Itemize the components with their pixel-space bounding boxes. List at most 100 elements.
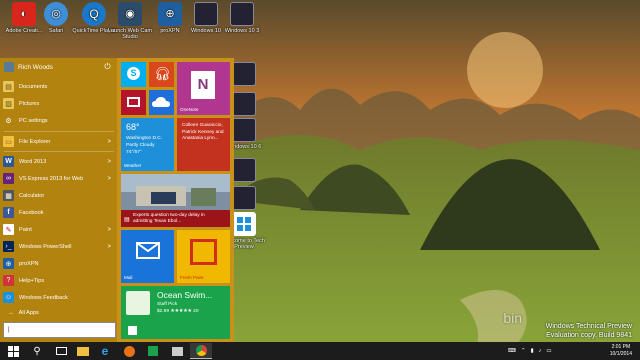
taskbar-firefox[interactable] (118, 343, 140, 359)
tile-fresh-paint[interactable]: Fresh Paint (177, 230, 230, 283)
bing-watermark: bin (503, 310, 522, 326)
news-icon: ▤ (124, 217, 130, 223)
search-button[interactable]: ⚲ (26, 343, 48, 359)
settings-icon: ⚙ (5, 117, 12, 125)
proxpn-icon: ⊕ (158, 2, 182, 26)
start-item-help-tips[interactable]: ? Help+Tips (0, 272, 117, 289)
webcam-icon: ◉ (118, 2, 142, 26)
tile-news[interactable]: ▤ Experts question two-day delay in admi… (121, 174, 230, 227)
firefox-icon (123, 345, 135, 357)
arrow-right-icon: → (8, 310, 14, 316)
pictures-icon: ▨ (3, 98, 14, 109)
user-account[interactable]: Rich Woods (0, 58, 117, 76)
start-item-vs-express[interactable]: ∞ VS Express 2013 for Web > (0, 170, 117, 187)
chevron-right-icon[interactable]: > (107, 227, 111, 233)
quicktime-icon: Q (82, 2, 106, 26)
start-item-documents[interactable]: ▤ Documents (0, 78, 117, 95)
calculator-icon: ▦ (3, 190, 14, 201)
safari-icon: ◎ (44, 2, 68, 26)
power-icon[interactable]: ⏻ (103, 62, 112, 71)
store-app-icon (126, 291, 150, 315)
start-item-powershell[interactable]: ›_ Windows PowerShell > (0, 238, 117, 255)
action-center-icon[interactable]: ▭ (546, 348, 551, 354)
chevron-up-icon[interactable]: ⌃ (521, 348, 526, 354)
start-item-proxpn[interactable]: ⊕ proXPN (0, 255, 117, 272)
weather-condition: Partly Cloudy (126, 143, 155, 148)
task-view-icon (55, 347, 67, 355)
screenshot-icon (230, 2, 254, 26)
watermark-line1: Windows Technical Preview (545, 323, 632, 330)
start-item-pc-settings[interactable]: ⚙ PC settings (0, 112, 117, 129)
store-subtitle: Staff Pick (157, 302, 178, 307)
start-item-calculator[interactable]: ▦ Calculator (0, 187, 117, 204)
onenote-icon: N (191, 71, 215, 99)
taskbar-clock[interactable]: 2:01 PM 10/1/2014 (610, 344, 632, 358)
all-apps-button[interactable]: → All Apps (0, 306, 117, 320)
taskbar: ⚲ e ⌨ ⌃ ▮ ♪ ▭ 2:01 PM 10/1/2014 (0, 342, 640, 360)
chevron-right-icon[interactable]: > (107, 159, 111, 165)
system-tray: ⌨ ⌃ ▮ ♪ ▭ (508, 342, 552, 360)
tile-people[interactable]: Colleen Guaraccio, Patrick Kenney and An… (177, 118, 230, 171)
file-explorer-icon (77, 346, 89, 356)
keyboard-icon[interactable]: ⌨ (508, 348, 516, 354)
start-item-pictures[interactable]: ▨ Pictures (0, 95, 117, 112)
tile-onedrive[interactable] (149, 90, 174, 115)
divider (4, 131, 114, 132)
screenshot-icon (194, 2, 218, 26)
task-view-button[interactable] (50, 343, 72, 359)
tile-onenote[interactable]: N OneNote (177, 62, 230, 115)
taskbar-store[interactable] (142, 343, 164, 359)
volume-icon[interactable]: ♪ (539, 348, 542, 354)
app-icon (171, 346, 183, 356)
tile-music[interactable]: 🎧︎ (149, 62, 174, 87)
weather-temp: 68° (126, 122, 140, 132)
chevron-right-icon[interactable]: > (107, 139, 111, 145)
desktop-icon-webcam[interactable]: ◉ Launch Web Cam Studio (108, 2, 152, 40)
taskbar-file-explorer[interactable] (72, 343, 94, 359)
store-icon (148, 346, 158, 356)
taskbar-chrome[interactable] (190, 343, 212, 359)
weather-city: Washington D.C. (126, 136, 163, 141)
cloud-icon (152, 97, 170, 107)
network-icon[interactable]: ▮ (531, 348, 534, 354)
weather-range: 74°/57° (126, 150, 142, 155)
powershell-icon: ›_ (3, 241, 14, 252)
screenshot-icon (232, 92, 256, 116)
chrome-icon (195, 345, 207, 356)
clock-time: 2:01 PM (611, 344, 631, 350)
proxpn-icon: ⊕ (3, 258, 14, 269)
tile-store[interactable]: Ocean Swim... Staff Pick $2.99 ★★★★★ 20 (121, 286, 230, 339)
start-item-windows-feedback[interactable]: ☺ Windows Feedback (0, 289, 117, 306)
store-icon (128, 326, 137, 335)
tile-weather[interactable]: 68° Washington D.C. Partly Cloudy 74°/57… (121, 118, 174, 171)
tile-mail[interactable]: Mail (121, 230, 174, 283)
screenshot-icon (232, 118, 256, 142)
divider (4, 151, 114, 152)
screenshot-icon (232, 186, 256, 210)
facebook-icon: f (3, 207, 14, 218)
desktop-icon-windows10-3[interactable]: Windows 10 3 (220, 2, 264, 34)
start-button[interactable] (2, 343, 24, 359)
chevron-right-icon[interactable]: > (107, 176, 111, 182)
windows-logo-icon (7, 345, 19, 357)
start-item-paint[interactable]: ✎ Paint > (0, 221, 117, 238)
start-item-word[interactable]: W Word 2013 > (0, 153, 117, 170)
tile-skype[interactable]: S (121, 62, 146, 87)
feedback-icon: ☺ (3, 292, 14, 303)
start-item-facebook[interactable]: f Facebook (0, 204, 117, 221)
adobe-cc-icon: ◐ (12, 2, 36, 26)
start-search-input[interactable]: | (3, 322, 116, 338)
paint-icon: ✎ (3, 224, 14, 235)
word-icon: W (3, 156, 14, 167)
taskbar-app[interactable] (166, 343, 188, 359)
tile-video[interactable] (121, 90, 146, 115)
taskbar-internet-explorer[interactable]: e (94, 343, 116, 359)
chevron-right-icon[interactable]: > (107, 244, 111, 250)
windows-icon (232, 212, 256, 236)
avatar (4, 62, 14, 72)
store-price: $2.99 ★★★★★ 20 (157, 309, 199, 314)
video-icon (127, 97, 140, 107)
internet-explorer-icon: e (101, 344, 109, 358)
mail-flap (136, 242, 160, 252)
start-item-file-explorer[interactable]: ▭ File Explorer > (0, 133, 117, 150)
